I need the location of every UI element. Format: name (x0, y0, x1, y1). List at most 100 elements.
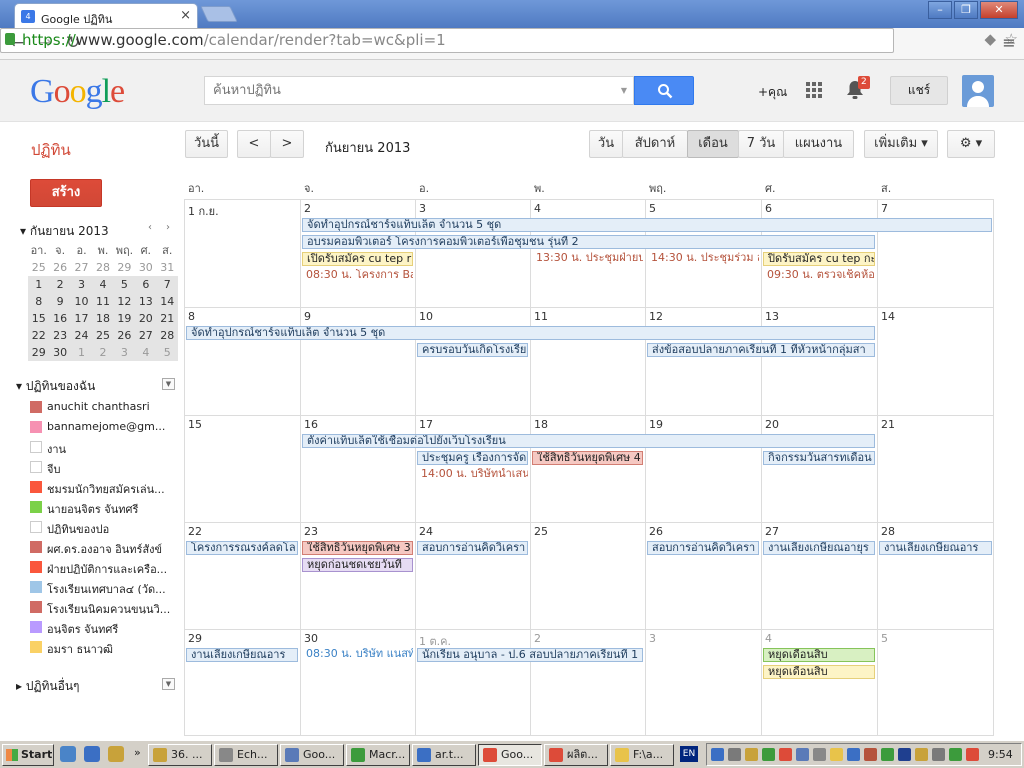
taskbar-window-button[interactable]: Goo... (478, 744, 542, 766)
day-number[interactable]: 10 (419, 310, 433, 323)
calendar-event[interactable]: งานเลี้ยงเกษียณอาร (186, 648, 298, 662)
mini-calendar-next-icon[interactable]: › (166, 222, 170, 233)
day-number[interactable]: 2 (534, 632, 541, 645)
start-button[interactable]: Start (2, 744, 54, 766)
minimize-button[interactable]: – (928, 1, 952, 19)
extension-icon[interactable]: ◆ (984, 30, 996, 48)
mini-calendar-prev-icon[interactable]: ‹ (148, 222, 152, 233)
calendar-list-item[interactable]: งาน (30, 440, 170, 454)
calendar-list-item[interactable]: นายอนุจิตร จันทศรี (30, 500, 170, 514)
calendar-event[interactable]: 14:00 น. บริษัทนำเสน (417, 468, 528, 482)
day-number[interactable]: 12 (649, 310, 663, 323)
day-number[interactable]: 6 (765, 202, 772, 215)
ie-icon[interactable] (84, 746, 100, 762)
mini-day[interactable]: 2 (92, 344, 114, 361)
create-event-button[interactable]: สร้าง (30, 179, 102, 207)
my-calendars-menu-icon[interactable]: ▼ (162, 378, 175, 390)
calendar-event[interactable]: หยุดก่อนชดเชยวันที่ (302, 558, 413, 572)
clock[interactable]: 9:54 (988, 748, 1013, 761)
view-agenda-button[interactable]: แผนงาน (783, 130, 854, 158)
search-input[interactable] (205, 77, 605, 104)
tray-icon[interactable] (728, 748, 741, 761)
day-number[interactable]: 13 (765, 310, 779, 323)
mini-day[interactable]: 19 (113, 310, 136, 327)
mini-day[interactable]: 31 (157, 259, 178, 276)
calendar-event[interactable]: กิจกรรมวันสารทเดือน (763, 451, 875, 465)
settings-gear-button[interactable]: ⚙ ▾ (947, 130, 995, 158)
next-period-button[interactable]: > (270, 130, 304, 158)
mini-day[interactable]: 9 (49, 293, 71, 310)
mini-day[interactable]: 18 (92, 310, 114, 327)
mini-day[interactable]: 21 (156, 310, 178, 327)
calendar-color-swatch[interactable] (30, 401, 42, 413)
mini-day[interactable]: 11 (92, 293, 114, 310)
calendar-event[interactable]: หยุดเดือนสิบ (763, 665, 875, 679)
calendar-event[interactable]: นักเรียน อนุบาล - ป.6 สอบปลายภาคเรียนที่… (417, 648, 643, 662)
calendar-color-swatch[interactable] (30, 621, 42, 633)
calendar-list-item[interactable]: อมรา ธนาวุฒิ (30, 640, 170, 654)
calendar-event[interactable]: 13:30 น. ประชุมฝ่ายป (532, 252, 643, 266)
google-logo[interactable]: Google (30, 73, 125, 111)
url-bar[interactable]: https://www.google.com/calendar/render?t… (0, 28, 1018, 53)
mini-day[interactable]: 5 (113, 276, 136, 293)
calendar-list-item[interactable]: ฝ่ายปฏิบัติการและเครือ... (30, 560, 170, 574)
day-number[interactable]: 1 ก.ย. (188, 202, 219, 220)
calendar-color-swatch[interactable] (30, 541, 42, 553)
mini-day[interactable]: 28 (156, 327, 178, 344)
calendar-event[interactable]: สอบการอ่านคิดวิเครา (417, 541, 528, 555)
day-number[interactable]: 25 (534, 525, 548, 538)
day-number[interactable]: 3 (649, 632, 656, 645)
calendar-event[interactable]: ตั้งค่าแท็บเล็ตใช้เชื่อมต่อไปยังเว็บโรงเ… (302, 434, 875, 448)
view-week-button[interactable]: สัปดาห์ (622, 130, 688, 158)
view-month-button[interactable]: เดือน (687, 130, 739, 158)
tray-icon[interactable] (915, 748, 928, 761)
calendar-list-item[interactable]: อนุจิตร จันทศรี (30, 620, 170, 634)
search-options-dropdown-icon[interactable]: ▼ (621, 86, 627, 95)
day-number[interactable]: 8 (188, 310, 195, 323)
more-button[interactable]: เพิ่มเติม ▾ (864, 130, 938, 158)
today-button[interactable]: วันนี้ (185, 130, 228, 158)
app-title[interactable]: ปฏิทิน (31, 138, 71, 162)
mini-day[interactable]: 22 (28, 327, 50, 344)
day-number[interactable]: 20 (765, 418, 779, 431)
day-number[interactable]: 14 (881, 310, 895, 323)
mini-day[interactable]: 26 (49, 259, 70, 276)
calendar-event[interactable]: งานเลี้ยงเกษียณอาร (879, 541, 992, 555)
day-number[interactable]: 11 (534, 310, 548, 323)
tray-icon[interactable] (864, 748, 877, 761)
mini-day[interactable]: 17 (70, 310, 93, 327)
mini-day[interactable]: 3 (70, 276, 93, 293)
mini-day[interactable]: 27 (135, 327, 157, 344)
apps-grid-icon[interactable] (806, 82, 822, 98)
calendar-list-item[interactable]: ผศ.ดร.องอาจ อินทร์สังข์ (30, 540, 170, 554)
mini-day[interactable]: 1 (28, 276, 50, 293)
view-day-button[interactable]: วัน (589, 130, 623, 158)
more-quicklaunch-icon[interactable]: » (134, 746, 141, 759)
mini-day[interactable]: 4 (135, 344, 157, 361)
calendar-event[interactable]: ส่งข้อสอบปลายภาคเรียนที่ 1 ที่หัวหน้ากลุ… (647, 343, 875, 357)
mini-day[interactable]: 29 (28, 344, 50, 361)
mini-day[interactable]: 13 (135, 293, 157, 310)
day-number[interactable]: 18 (534, 418, 548, 431)
notification-count-badge[interactable]: 2 (858, 76, 870, 89)
mini-day[interactable]: 16 (49, 310, 71, 327)
mini-day[interactable]: 20 (135, 310, 157, 327)
calendar-event[interactable]: อบรมคอมพิวเตอร์ โครงการคอมพิวเตอร์เพื่อช… (302, 235, 875, 249)
mini-day[interactable]: 7 (156, 276, 178, 293)
mini-day[interactable]: 1 (70, 344, 93, 361)
tray-icon[interactable] (949, 748, 962, 761)
my-calendars-header[interactable]: ▾ ปฏิทินของฉัน (16, 377, 95, 396)
calendar-color-swatch[interactable] (30, 601, 42, 613)
day-number[interactable]: 16 (304, 418, 318, 431)
calendar-event[interactable]: สอบการอ่านคิดวิเครา (647, 541, 759, 555)
taskbar-window-button[interactable]: Macr... (346, 744, 410, 766)
close-window-button[interactable]: ✕ (980, 1, 1018, 19)
day-number[interactable]: 3 (419, 202, 426, 215)
calendar-color-swatch[interactable] (30, 441, 42, 453)
mini-day[interactable]: 6 (135, 276, 157, 293)
day-number[interactable]: 30 (304, 632, 318, 645)
tray-icon[interactable] (966, 748, 979, 761)
calendar-color-swatch[interactable] (30, 641, 42, 653)
day-number[interactable]: 24 (419, 525, 433, 538)
calendar-event[interactable]: ประชุมครู เรื่องการจัด (417, 451, 528, 465)
